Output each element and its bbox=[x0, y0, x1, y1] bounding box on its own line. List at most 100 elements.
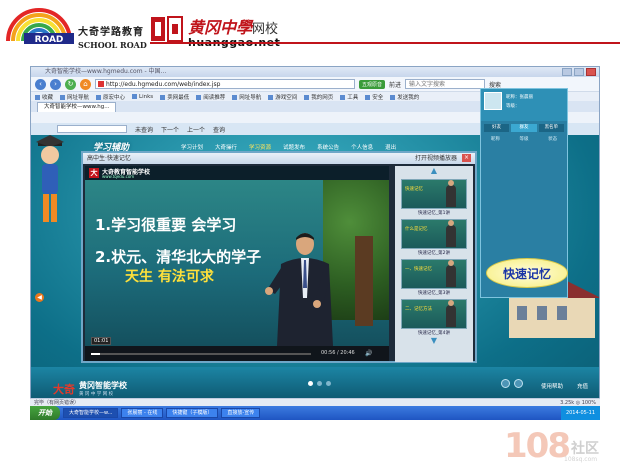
road-badge: ROAD bbox=[35, 35, 64, 45]
watermark-number: 108 bbox=[504, 426, 571, 466]
page-dot[interactable] bbox=[317, 381, 322, 386]
thumb-presenter bbox=[446, 300, 456, 327]
player-controls: 01:01 00:56 / 20:46 🔊 bbox=[85, 337, 389, 361]
progress-fill bbox=[91, 353, 100, 355]
brand-name: 黄冈智能学校 bbox=[79, 381, 127, 390]
tab-blacklist[interactable]: 黑名单 bbox=[538, 124, 564, 132]
bookmark-item[interactable]: 收藏 bbox=[35, 93, 53, 101]
site-menu: 学习计划 大奇操行 学习资源 试题发布 系统公告 个人信息 退出 bbox=[181, 143, 396, 151]
footer-circle-icon[interactable] bbox=[501, 379, 510, 388]
playlist-caption: 快速记忆_第1讲 bbox=[417, 211, 451, 216]
page-dot[interactable] bbox=[308, 381, 313, 386]
bookmark-item[interactable]: 网址导航 bbox=[60, 93, 89, 101]
menu-item[interactable]: 个人信息 bbox=[351, 143, 373, 151]
taskbar-item[interactable]: 直接放-宣传 bbox=[221, 408, 261, 418]
playlist-item[interactable]: 一、快速记忆 快速记忆_第3讲 bbox=[401, 259, 467, 296]
slide-line-1: 1.学习很重要 会学习 bbox=[95, 216, 237, 234]
back-icon[interactable]: ‹ bbox=[35, 78, 46, 90]
playlist-thumbnail: 快速记忆 bbox=[401, 179, 467, 209]
open-player-button[interactable]: 打开视频播放器 bbox=[415, 153, 457, 164]
footer-icons bbox=[501, 379, 523, 388]
menu-item[interactable]: 大奇操行 bbox=[215, 143, 237, 151]
column-level: 等级 bbox=[519, 137, 529, 142]
menu-item[interactable]: 退出 bbox=[385, 143, 396, 151]
bookmark-item[interactable]: 网址导航 bbox=[232, 93, 261, 101]
watermark-site: 108sq.com bbox=[564, 456, 598, 463]
school-road-text: 大奇学路教育 SCHOOL ROAD bbox=[78, 23, 147, 50]
tab-main[interactable]: 大奇智能学校—www.hg... bbox=[37, 102, 117, 112]
recharge-link[interactable]: 充值 bbox=[577, 382, 588, 390]
home-icon[interactable]: ⌂ bbox=[80, 78, 91, 90]
page-dots bbox=[308, 381, 331, 386]
playlist-item[interactable]: 什么是记忆 快速记忆_第2讲 bbox=[401, 219, 467, 256]
player-title-controls: 打开视频播放器 × bbox=[415, 153, 471, 164]
tree-trunk bbox=[355, 236, 373, 326]
avatar[interactable] bbox=[484, 92, 502, 110]
page-dot[interactable] bbox=[326, 381, 331, 386]
road-en-title: SCHOOL ROAD bbox=[78, 40, 147, 50]
player-close-icon[interactable]: × bbox=[462, 154, 471, 162]
brand-subtitle: 黄 冈 中 学 网 校 bbox=[79, 392, 114, 397]
column-status: 状态 bbox=[548, 137, 558, 142]
bookmark-item[interactable]: 我的网页 bbox=[304, 93, 333, 101]
presenter-figure bbox=[265, 233, 333, 346]
maximize-icon[interactable] bbox=[574, 68, 584, 76]
playlist-down-icon[interactable]: ▼ bbox=[395, 336, 473, 346]
address-bar[interactable]: http://edu.hgmedu.com/web/index.jsp bbox=[95, 79, 355, 89]
site-search-input[interactable] bbox=[57, 125, 127, 133]
player-title: 高中生·快速记忆 bbox=[87, 155, 131, 162]
profile-grade: 等级： bbox=[506, 104, 520, 109]
playlist-item[interactable]: 二、记忆方法 快速记忆_第4讲 bbox=[401, 299, 467, 336]
menu-item[interactable]: 系统公告 bbox=[317, 143, 339, 151]
start-button[interactable]: 开始 bbox=[30, 406, 60, 420]
site-btn-prev[interactable]: 上一个 bbox=[187, 125, 205, 134]
site-btn-next[interactable]: 下一个 bbox=[161, 125, 179, 134]
menu-item-active[interactable]: 学习资源 bbox=[249, 143, 271, 151]
help-link[interactable]: 使用帮助 bbox=[541, 382, 563, 390]
taskbar-item[interactable]: 快捷键（子模版） bbox=[166, 408, 219, 418]
bookmark-item[interactable]: 阅读推荐 bbox=[196, 93, 225, 101]
refresh-icon[interactable]: ↻ bbox=[65, 78, 76, 90]
thumb-presenter bbox=[446, 260, 456, 287]
thumb-text: 一、快速记忆 bbox=[405, 267, 432, 272]
video-header: 大 大奇教育智能学校 www.tqedu.com bbox=[85, 166, 389, 180]
huanggang-logo-icon bbox=[151, 16, 183, 42]
windows-taskbar: 开始 大奇智能学校—w... 张晨丽 - 在线 快捷键（子模版） 直接放-宣传 … bbox=[30, 406, 600, 420]
footer-circle-icon[interactable] bbox=[514, 379, 523, 388]
send-menu[interactable]: 发送我的 bbox=[390, 93, 419, 101]
site-btn-query[interactable]: 查询 bbox=[213, 125, 225, 134]
tools-menu[interactable]: 工具 bbox=[340, 93, 358, 101]
volume-icon[interactable]: 🔊 bbox=[365, 350, 372, 357]
menu-item[interactable]: 试题发布 bbox=[283, 143, 305, 151]
security-menu[interactable]: 安全 bbox=[365, 93, 383, 101]
thumb-text: 什么是记忆 bbox=[405, 227, 428, 232]
search-input[interactable]: 输入文字搜索 bbox=[405, 79, 486, 89]
minimize-icon[interactable] bbox=[562, 68, 572, 76]
reader-badge[interactable]: 五观原音 bbox=[359, 79, 386, 89]
taskbar-item[interactable]: 大奇智能学校—w... bbox=[63, 408, 119, 418]
bookmark-item[interactable]: 卖网最低 bbox=[160, 93, 189, 101]
close-icon[interactable] bbox=[586, 68, 596, 76]
bookmark-item[interactable]: 原宏中心 bbox=[96, 93, 125, 101]
site-brand: 大奇 黄冈智能学校 黄 冈 中 学 网 校 bbox=[53, 380, 127, 397]
thumb-text: 二、记忆方法 bbox=[405, 307, 432, 312]
taskbar-item[interactable]: 张晨丽 - 在线 bbox=[121, 408, 164, 418]
left-arrow-icon[interactable]: ◀ bbox=[35, 293, 44, 302]
slide-header: ROAD 大奇学路教育 SCHOOL ROAD 黄冈中學网校 huanggao.… bbox=[0, 0, 629, 50]
tab-friends[interactable]: 好友 bbox=[484, 124, 510, 132]
playlist-up-icon[interactable]: ▲ bbox=[395, 166, 473, 176]
video-area[interactable]: 大 大奇教育智能学校 www.tqedu.com 1.学习很重要 会学习 2.状… bbox=[85, 166, 389, 346]
bookmark-item[interactable]: 游戏空间 bbox=[268, 93, 297, 101]
bookmark-item[interactable]: Links bbox=[132, 94, 153, 100]
playlist-item[interactable]: 快速记忆 快速记忆_第1讲 bbox=[401, 179, 467, 216]
site-btn-unsearched[interactable]: 未查询 bbox=[135, 125, 153, 134]
site-watermark: 108 社区 108sq.com bbox=[504, 426, 599, 466]
thumb-presenter bbox=[446, 180, 456, 207]
menu-item[interactable]: 学习计划 bbox=[181, 143, 203, 151]
thumb-text: 快速记忆 bbox=[405, 187, 423, 192]
system-tray[interactable]: 2014-05-11 bbox=[560, 406, 600, 420]
progress-track[interactable] bbox=[91, 353, 311, 355]
go-button[interactable]: 前进 bbox=[389, 80, 401, 89]
tab-group-friends[interactable]: 群友 bbox=[511, 124, 537, 132]
forward-icon[interactable]: › bbox=[50, 78, 61, 90]
